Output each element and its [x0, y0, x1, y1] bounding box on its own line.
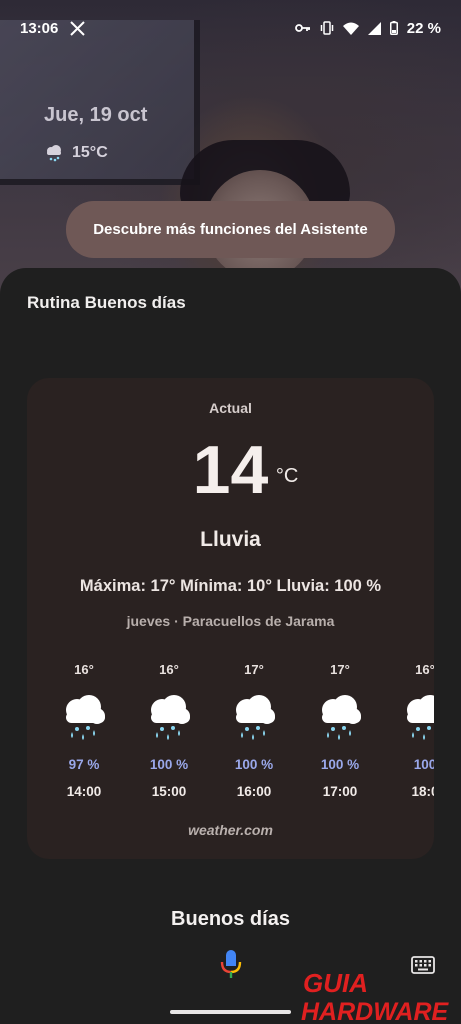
rain-cloud-icon — [407, 695, 434, 740]
rain-cloud-icon — [66, 695, 105, 740]
hourly-forecast[interactable]: 16° 97 % 14:00 16° 100 % 15:00 17° 100 %… — [27, 662, 434, 812]
rain-cloud-icon — [322, 695, 361, 740]
temperature-unit[interactable]: °C — [276, 436, 298, 516]
guia-hardware-logo: GUIA HARDWARE — [301, 968, 450, 1024]
forecast-temp: 17° — [244, 662, 264, 677]
forecast-temp: 16° — [74, 662, 94, 677]
weather-location: jueves · Paracuellos de Jarama — [126, 613, 335, 629]
forecast-precip: 100 % — [320, 757, 360, 772]
logo-line1: GUIA — [303, 968, 368, 998]
forecast-temp: 16° — [159, 662, 179, 677]
weather-card[interactable]: Actual 14 °C Lluvia Máxima: 17° Mínima: … — [27, 378, 434, 859]
forecast-precip: 100 — [413, 757, 434, 772]
routine-title: Rutina Buenos días — [27, 293, 186, 312]
forecast-time: 16:00 — [236, 784, 272, 799]
status-bar: 13:06 22 % — [0, 0, 461, 56]
forecast-hour: 17° 100 % 17:00 — [310, 662, 370, 799]
forecast-hour: 16° 100 18:0 — [395, 662, 434, 799]
home-gesture-bar[interactable] — [170, 1010, 291, 1014]
forecast-time: 15:00 — [151, 784, 187, 799]
signal-icon — [367, 21, 381, 35]
rain-cloud-icon — [151, 695, 190, 740]
key-icon — [294, 24, 310, 32]
rain-cloud-icon — [236, 695, 275, 740]
forecast-time: 17:00 — [322, 784, 358, 799]
forecast-temp: 16° — [415, 662, 434, 677]
mic-icon[interactable] — [219, 948, 243, 980]
forecast-time: 14:00 — [66, 784, 102, 799]
assistant-suggestion-chip[interactable]: Descubre más funciones del Asistente — [66, 201, 395, 258]
forecast-temp: 17° — [330, 662, 350, 677]
forecast-time: 18:0 — [411, 784, 434, 799]
lockscreen-temperature: 15°C — [72, 144, 108, 161]
wifi-icon — [342, 22, 359, 35]
weather-condition: Lluvia — [200, 528, 261, 551]
status-time: 13:06 — [20, 19, 59, 37]
vibrate-icon — [320, 21, 334, 35]
battery-percent: 22 % — [406, 19, 441, 37]
forecast-precip: 100 % — [234, 757, 274, 772]
forecast-precip: 97 % — [68, 757, 100, 772]
assistant-sheet: Rutina Buenos días Actual 14 °C Lluvia M… — [0, 268, 461, 1024]
current-temperature-value: 14 — [192, 432, 269, 508]
forecast-hour: 17° 100 % 16:00 — [224, 662, 284, 799]
current-temperature: 14 °C — [192, 430, 299, 510]
weather-current-label: Actual — [209, 400, 252, 416]
weather-source-link[interactable]: weather.com — [27, 822, 434, 838]
lockscreen-weather: 15°C — [44, 143, 108, 163]
logo-line2: HARDWARE — [301, 998, 450, 1024]
forecast-hour: 16° 100 % 15:00 — [139, 662, 199, 799]
battery-icon — [389, 21, 398, 35]
forecast-hour: 16° 97 % 14:00 — [54, 662, 114, 799]
assistant-greeting: Buenos días — [171, 908, 290, 930]
forecast-precip: 100 % — [149, 757, 189, 772]
lockscreen-date: Jue, 19 oct — [44, 104, 148, 126]
x-app-icon — [70, 20, 86, 36]
weather-summary: Máxima: 17° Mínima: 10° Lluvia: 100 % — [79, 577, 382, 595]
rain-cloud-icon — [47, 145, 61, 162]
